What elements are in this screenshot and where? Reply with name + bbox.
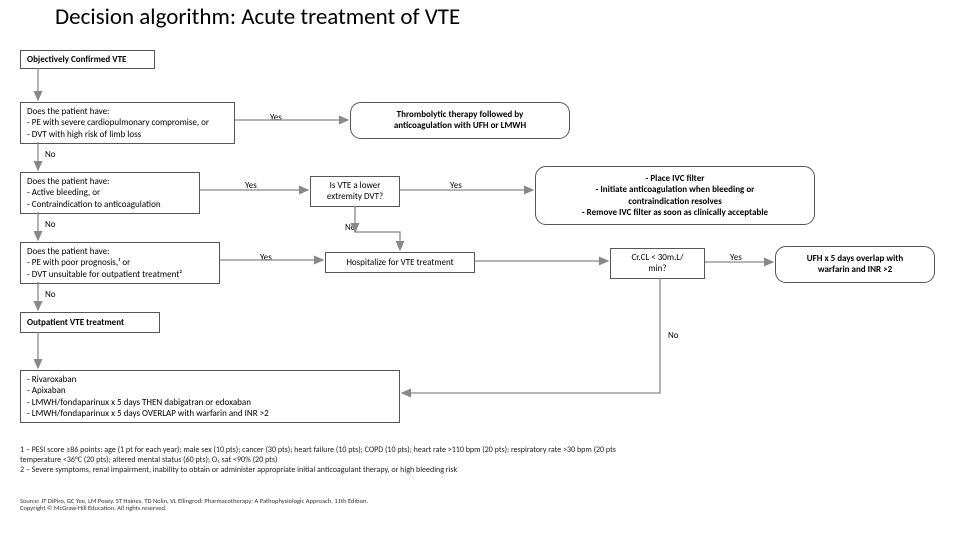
node-start: Objectively Confirmed VTE [20, 50, 155, 69]
node-thrombolytic: Thrombolytic therapy followed by anticoa… [350, 102, 570, 139]
node-q2: Does the patient have: - Active bleeding… [20, 172, 200, 214]
label-yes-4: Yes [260, 252, 272, 263]
label-no-4: No [45, 289, 56, 300]
node-q3: Does the patient have: - PE with poor pr… [20, 242, 220, 284]
node-crcl: Cr.CL < 30m.L/ min? [610, 248, 705, 279]
source-attribution: Source: JT DiPiro, GC Yee, LM Posey, ST … [20, 498, 950, 513]
label-no-1: No [45, 149, 56, 160]
node-ivc: - Place IVC filter - Initiate anticoagul… [535, 166, 815, 225]
node-q1: Does the patient have: - PE with severe … [20, 102, 235, 144]
label-no-5: No [668, 330, 679, 341]
label-no-2: No [45, 219, 56, 230]
page-title: Decision algorithm: Acute treatment of V… [55, 3, 460, 31]
node-hospitalize: Hospitalize for VTE treatment [325, 252, 475, 273]
label-yes-3: Yes [450, 180, 462, 191]
label-yes-5: Yes [730, 252, 742, 263]
node-lower-dvt: Is VTE a lower extremity DVT? [310, 176, 400, 207]
label-yes-2: Yes [245, 180, 257, 191]
label-no-3: No [345, 222, 356, 233]
node-outpatient: Outpatient VTE treatment [20, 312, 160, 333]
label-yes-1: Yes [270, 112, 282, 123]
node-ufh: UFH x 5 days overlap with warfarin and I… [775, 246, 935, 283]
node-regimens: - Rivaroxaban - Apixaban - LMWH/fondapar… [20, 370, 400, 423]
footnotes: 1 – PESI score ≥86 points: age (1 pt for… [20, 445, 950, 475]
